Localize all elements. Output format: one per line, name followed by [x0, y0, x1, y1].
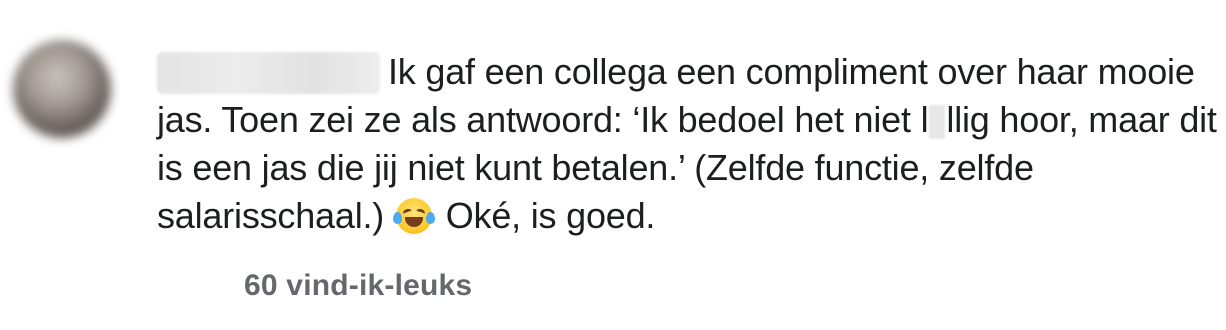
- comment: Ik gaf een collega een compliment over h…: [0, 0, 1226, 330]
- comment-body: Ik gaf een collega een compliment over h…: [157, 48, 1217, 240]
- comment-text-part3: Oké, is goed.: [445, 195, 656, 236]
- redacted-text: [929, 105, 946, 139]
- likes-count-link[interactable]: 60 vind-ik-leuks: [244, 269, 472, 303]
- laughing-tears-emoji-icon: [392, 198, 435, 234]
- avatar[interactable]: [13, 40, 111, 138]
- comment-text: Ik gaf een collega een compliment over h…: [157, 48, 1217, 240]
- author-name-redacted[interactable]: [157, 52, 380, 94]
